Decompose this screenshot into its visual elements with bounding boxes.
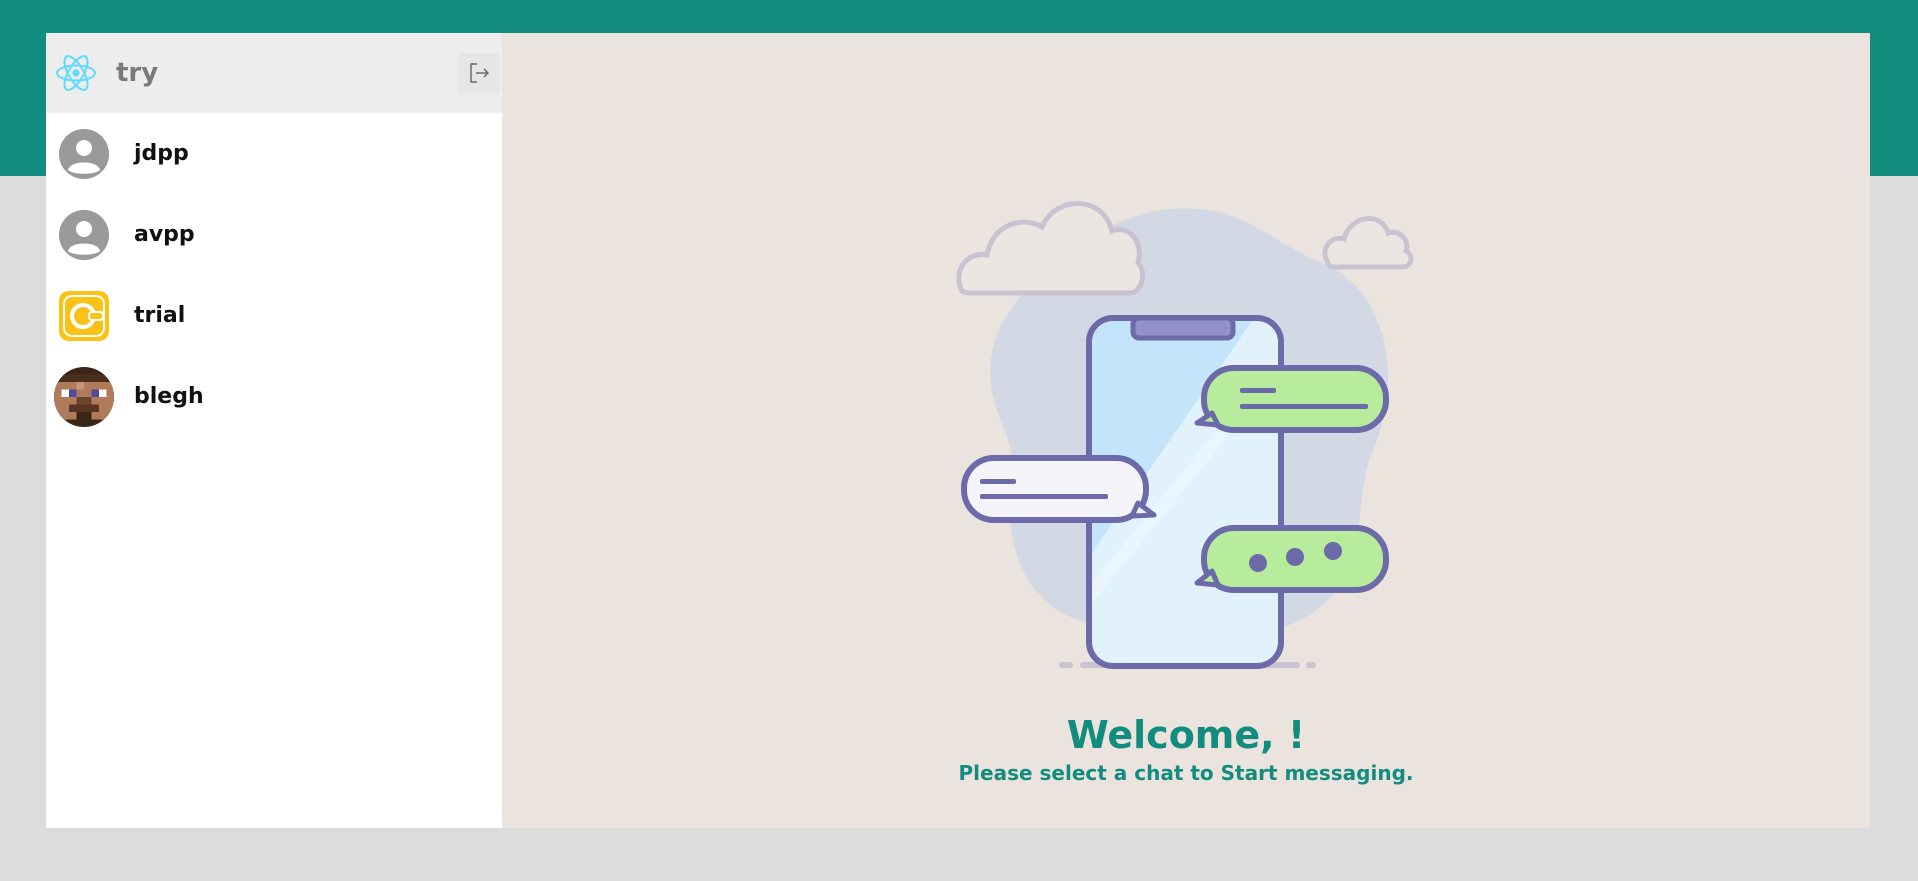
- chat-item-jdpp[interactable]: jdpp: [46, 113, 502, 194]
- logout-icon: [467, 61, 491, 88]
- welcome-subtitle: Please select a chat to Start messaging.: [958, 761, 1414, 785]
- default-user-icon: [59, 209, 109, 260]
- app-window: try jdpp avpp trial blegh Welcome, ! Ple…: [46, 33, 1870, 828]
- chat-list: jdpp avpp trial blegh: [46, 113, 502, 828]
- chat-item-blegh[interactable]: blegh: [46, 356, 502, 437]
- current-username: try: [116, 58, 159, 88]
- logout-button[interactable]: [458, 53, 500, 95]
- sidebar: try jdpp avpp trial blegh: [46, 33, 502, 828]
- sidebar-header: try: [46, 33, 502, 113]
- chat-name: avpp: [134, 222, 195, 247]
- chat-welcome-panel: Welcome, ! Please select a chat to Start…: [502, 33, 1870, 828]
- pixel-face-icon: [54, 366, 114, 427]
- phone-chat-bubbles-illustration: [942, 153, 1442, 677]
- chat-item-trial[interactable]: trial: [46, 275, 502, 356]
- default-user-icon: [59, 128, 109, 179]
- react-atom-icon: [54, 51, 98, 95]
- yellow-logo-icon: [59, 290, 109, 341]
- chat-name: blegh: [134, 384, 204, 409]
- welcome-heading: Welcome, !: [1066, 713, 1306, 757]
- chat-name: jdpp: [134, 141, 189, 166]
- chat-name: trial: [134, 303, 186, 328]
- chat-item-avpp[interactable]: avpp: [46, 194, 502, 275]
